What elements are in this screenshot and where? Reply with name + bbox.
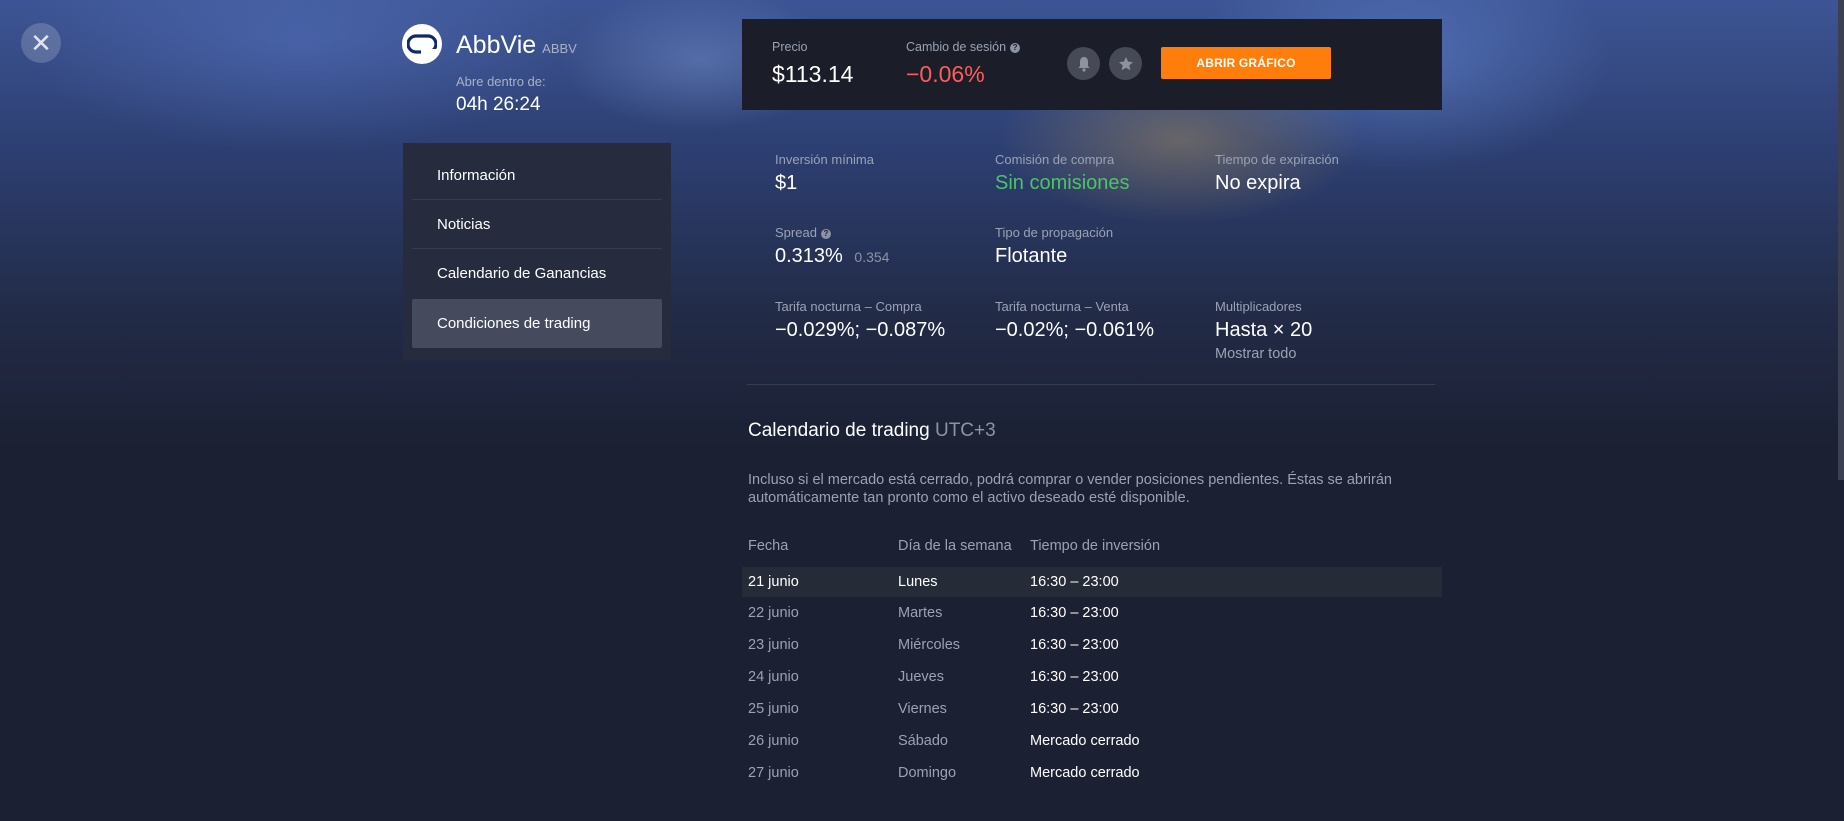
row-date: 22 junio [748,605,799,621]
session-change-label-text: Cambio de sesión [906,40,1007,54]
multipliers-value: Hasta × 20 [1215,319,1313,341]
spread-label: Spread? [775,225,831,240]
commission-label: Comisión de compra [995,152,1115,167]
sidebar: Información Noticias Calendario de Ganan… [403,143,671,360]
row-weekday: Martes [898,605,943,621]
row-date: 24 junio [748,669,799,685]
row-date: 27 junio [748,765,799,781]
spread-secondary: 0.354 [854,249,890,265]
trading-calendar-description: Incluso si el mercado está cerrado, podr… [748,472,1392,506]
spread-value: 0.313% 0.354 [775,245,889,268]
sidebar-item-calendario-ganancias[interactable]: Calendario de Ganancias [412,249,662,298]
row-weekday: Lunes [898,574,938,590]
sidebar-item-label: Información [437,166,516,184]
column-header-time: Tiempo de inversión [1030,538,1161,554]
open-chart-button[interactable]: ABRIR GRÁFICO [1161,47,1331,79]
table-row: 24 junio Jueves 16:30 – 23:00 [742,662,1442,692]
opens-in-countdown: 04h 26:24 [456,94,541,115]
bell-icon [1078,56,1089,72]
table-row: 25 junio Viernes 16:30 – 23:00 [742,694,1442,724]
price-value: $113.14 [772,61,854,87]
row-weekday: Jueves [898,669,944,685]
timezone-label: UTC+3 [934,420,996,441]
price-label: Precio [772,40,808,54]
row-time: 16:30 – 23:00 [1030,605,1119,621]
trading-calendar-title-text: Calendario de trading [748,420,930,441]
overnight-sell-value: −0.02%; −0.061% [995,319,1155,341]
expiration-label: Tiempo de expiración [1215,152,1339,167]
alert-button[interactable] [1067,47,1100,80]
sidebar-item-noticias[interactable]: Noticias [412,200,662,249]
overnight-buy-value: −0.029%; −0.087% [775,319,946,341]
trading-calendar-title: Calendario de trading UTC+3 [748,420,996,442]
row-time: 16:30 – 23:00 [1030,669,1119,685]
row-time: Mercado cerrado [1030,765,1140,781]
row-weekday: Sábado [898,733,948,749]
close-button[interactable]: ✕ [21,23,61,63]
spread-type-label: Tipo de propagación [995,225,1114,240]
table-row: 26 junio Sábado Mercado cerrado [742,726,1442,756]
row-time: Mercado cerrado [1030,733,1140,749]
row-date: 21 junio [748,574,799,590]
show-all-link[interactable]: Mostrar todo [1215,346,1296,362]
row-date: 26 junio [748,733,799,749]
session-change-label: Cambio de sesión? [906,40,1021,54]
asset-logo [402,24,442,64]
spread-type-value: Flotante [995,245,1068,267]
page-scrollbar[interactable] [1838,0,1844,480]
row-time: 16:30 – 23:00 [1030,637,1119,653]
row-date: 23 junio [748,637,799,653]
row-time: 16:30 – 23:00 [1030,701,1119,717]
session-change-value: −0.06% [906,61,985,87]
spread-label-text: Spread [775,225,817,240]
sidebar-item-condiciones-trading[interactable]: Condiciones de trading [412,299,662,348]
overnight-buy-label: Tarifa nocturna – Compra [775,299,922,314]
column-header-weekday: Día de la semana [898,538,1012,554]
divider [747,384,1435,385]
sidebar-item-informacion[interactable]: Información [412,151,662,200]
sidebar-item-label: Noticias [437,215,491,233]
table-row: 22 junio Martes 16:30 – 23:00 [742,598,1442,628]
row-weekday: Domingo [898,765,957,781]
overnight-sell-label: Tarifa nocturna – Venta [995,299,1129,314]
expiration-value: No expira [1215,172,1301,194]
min-investment-label: Inversión mínima [775,152,874,167]
spread-percent: 0.313% [775,245,843,267]
row-weekday: Miércoles [898,637,961,653]
table-row: 27 junio Domingo Mercado cerrado [742,758,1442,788]
price-panel: Precio $113.14 Cambio de sesión? −0.06% … [742,19,1442,110]
table-row: 23 junio Miércoles 16:30 – 23:00 [742,630,1442,660]
sidebar-item-label: Condiciones de trading [437,315,591,332]
close-icon: ✕ [30,28,52,58]
row-time: 16:30 – 23:00 [1030,574,1119,590]
asset-name: AbbVie [456,31,537,59]
min-investment-value: $1 [775,172,798,194]
commission-value: Sin comisiones [995,172,1130,194]
asset-title: AbbVie ABBV [456,31,577,60]
column-header-date: Fecha [748,538,789,554]
multipliers-label: Multiplicadores [1215,299,1302,314]
sidebar-item-label: Calendario de Ganancias [437,265,607,282]
table-row: 21 junio Lunes 16:30 – 23:00 [742,567,1442,597]
abbvie-logo-icon [407,34,437,55]
star-icon [1118,56,1133,70]
help-icon[interactable]: ? [1010,43,1021,53]
asset-ticker: ABBV [542,41,577,56]
row-date: 25 junio [748,701,799,717]
opens-in-label: Abre dentro de: [456,74,546,89]
help-icon[interactable]: ? [820,229,831,239]
row-weekday: Viernes [898,701,947,717]
favorite-button[interactable] [1109,47,1142,80]
